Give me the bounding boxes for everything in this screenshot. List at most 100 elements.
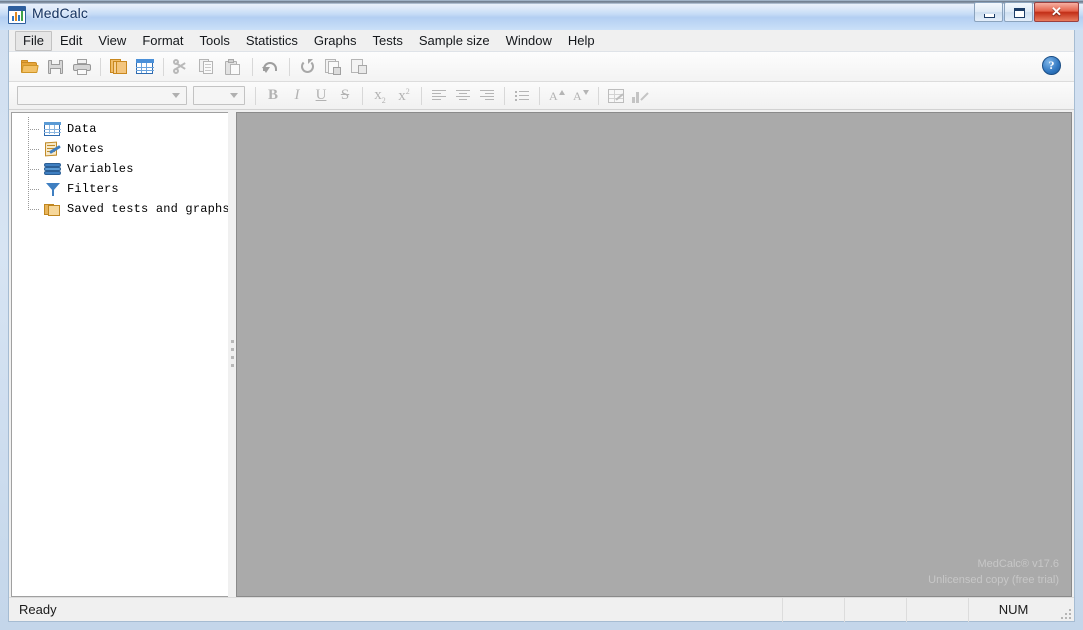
project-explorer-sidebar: Data Notes Variables Filters Saved tests… xyxy=(11,112,228,597)
main-toolbar: ? xyxy=(9,52,1074,82)
tree-line xyxy=(28,117,29,139)
menu-view[interactable]: View xyxy=(90,31,134,51)
tree-item-variables[interactable]: Variables xyxy=(22,157,228,179)
menu-sample-size[interactable]: Sample size xyxy=(411,31,498,51)
edit-graph-button[interactable] xyxy=(628,85,652,107)
status-indicators: NUM xyxy=(782,597,1074,622)
superscript-icon: x2 xyxy=(398,86,410,104)
format-toolbar: B I U S x2 x2 A A xyxy=(9,82,1074,110)
decrease-font-button[interactable]: A xyxy=(569,85,593,107)
close-button[interactable]: ✕ xyxy=(1034,2,1079,22)
sidebar-splitter[interactable] xyxy=(228,112,236,597)
open-folder-icon xyxy=(21,59,39,75)
menu-statistics[interactable]: Statistics xyxy=(238,31,306,51)
cut-button[interactable] xyxy=(169,55,195,79)
resize-grip-icon[interactable] xyxy=(1058,598,1074,622)
printer-icon xyxy=(73,58,91,75)
copy-pages-icon xyxy=(110,58,128,75)
maximize-icon xyxy=(1014,8,1025,18)
strikethrough-button[interactable]: S xyxy=(333,85,357,107)
open-file-button[interactable] xyxy=(17,55,43,79)
edit-table-button[interactable] xyxy=(604,85,628,107)
saved-folders-icon xyxy=(44,202,61,217)
font-family-combo[interactable] xyxy=(17,86,187,105)
table-edit-icon xyxy=(608,88,624,103)
font-shrink-icon: A xyxy=(573,89,589,103)
report-button[interactable] xyxy=(347,55,373,79)
copy-button[interactable] xyxy=(195,55,221,79)
status-cell-1 xyxy=(782,597,844,622)
tree-line xyxy=(28,129,40,130)
bullet-list-icon xyxy=(515,90,529,101)
tree-line xyxy=(28,209,40,210)
increase-font-button[interactable]: A xyxy=(545,85,569,107)
tree-item-notes[interactable]: Notes xyxy=(22,137,228,159)
window-controls: ✕ xyxy=(974,2,1079,22)
workspace-body: Data Notes Variables Filters Saved tests… xyxy=(9,110,1074,597)
menu-file[interactable]: File xyxy=(15,30,52,51)
menu-help[interactable]: Help xyxy=(560,31,603,51)
question-mark-icon: ? xyxy=(1042,56,1061,75)
status-message: Ready xyxy=(19,602,57,617)
font-grow-icon: A xyxy=(549,89,565,103)
menu-format[interactable]: Format xyxy=(134,31,191,51)
maximize-button[interactable] xyxy=(1004,2,1033,22)
paste-button[interactable] xyxy=(221,55,247,79)
bold-button[interactable]: B xyxy=(261,85,285,107)
license-watermark: MedCalc® v17.6 Unlicensed copy (free tri… xyxy=(928,556,1059,588)
align-center-icon xyxy=(456,90,470,101)
copy-documents-icon xyxy=(199,58,217,75)
bullet-list-button[interactable] xyxy=(510,85,534,107)
italic-button[interactable]: I xyxy=(285,85,309,107)
tree-item-label: Data xyxy=(67,122,97,136)
watermark-version: MedCalc® v17.6 xyxy=(977,558,1059,570)
filter-funnel-icon xyxy=(44,182,61,197)
toolbar-separator xyxy=(598,86,599,105)
tree-item-data[interactable]: Data xyxy=(22,117,228,139)
align-right-icon xyxy=(480,90,494,101)
spreadsheet-button[interactable] xyxy=(132,55,158,79)
graph-edit-icon xyxy=(632,89,649,103)
tree-line xyxy=(28,149,40,150)
refresh-button[interactable] xyxy=(295,55,321,79)
align-right-button[interactable] xyxy=(475,85,499,107)
help-button[interactable]: ? xyxy=(1042,56,1064,78)
grid-table-icon xyxy=(136,58,154,75)
notes-pencil-icon xyxy=(44,141,61,157)
tree-item-saved-tests-and-graphs[interactable]: Saved tests and graphs xyxy=(22,197,228,219)
save-file-button[interactable] xyxy=(43,55,69,79)
titlebar: MedCalc ✕ xyxy=(0,0,1083,30)
window-title: MedCalc xyxy=(32,5,88,21)
minimize-button[interactable] xyxy=(974,2,1003,22)
toolbar-separator xyxy=(504,86,505,105)
status-cell-2 xyxy=(844,597,906,622)
align-center-button[interactable] xyxy=(451,85,475,107)
watermark-license: Unlicensed copy (free trial) xyxy=(928,574,1059,586)
subscript-button[interactable]: x2 xyxy=(368,85,392,107)
menu-tools[interactable]: Tools xyxy=(191,31,237,51)
tree-item-filters[interactable]: Filters xyxy=(22,177,228,199)
save-results-button[interactable] xyxy=(321,55,347,79)
project-tree: Data Notes Variables Filters Saved tests… xyxy=(12,117,228,219)
document-workspace[interactable]: MedCalc® v17.6 Unlicensed copy (free tri… xyxy=(236,112,1072,597)
menu-window[interactable]: Window xyxy=(498,31,560,51)
font-size-combo[interactable] xyxy=(193,86,245,105)
copy-pages-button[interactable] xyxy=(106,55,132,79)
align-left-button[interactable] xyxy=(427,85,451,107)
tree-line xyxy=(28,197,29,209)
variables-layers-icon xyxy=(44,162,61,177)
print-button[interactable] xyxy=(69,55,95,79)
toolbar-separator xyxy=(539,86,540,105)
chevron-down-icon xyxy=(230,93,238,98)
undo-button[interactable] xyxy=(258,55,284,79)
menu-edit[interactable]: Edit xyxy=(52,31,90,51)
menu-graphs[interactable]: Graphs xyxy=(306,31,365,51)
toolbar-separator xyxy=(100,57,101,76)
superscript-button[interactable]: x2 xyxy=(392,85,416,107)
underline-button[interactable]: U xyxy=(309,85,333,107)
menu-tests[interactable]: Tests xyxy=(365,31,411,51)
close-icon: ✕ xyxy=(1051,4,1062,19)
num-lock-indicator: NUM xyxy=(968,597,1058,622)
floppy-save-icon xyxy=(47,59,65,75)
tree-line xyxy=(28,137,29,159)
